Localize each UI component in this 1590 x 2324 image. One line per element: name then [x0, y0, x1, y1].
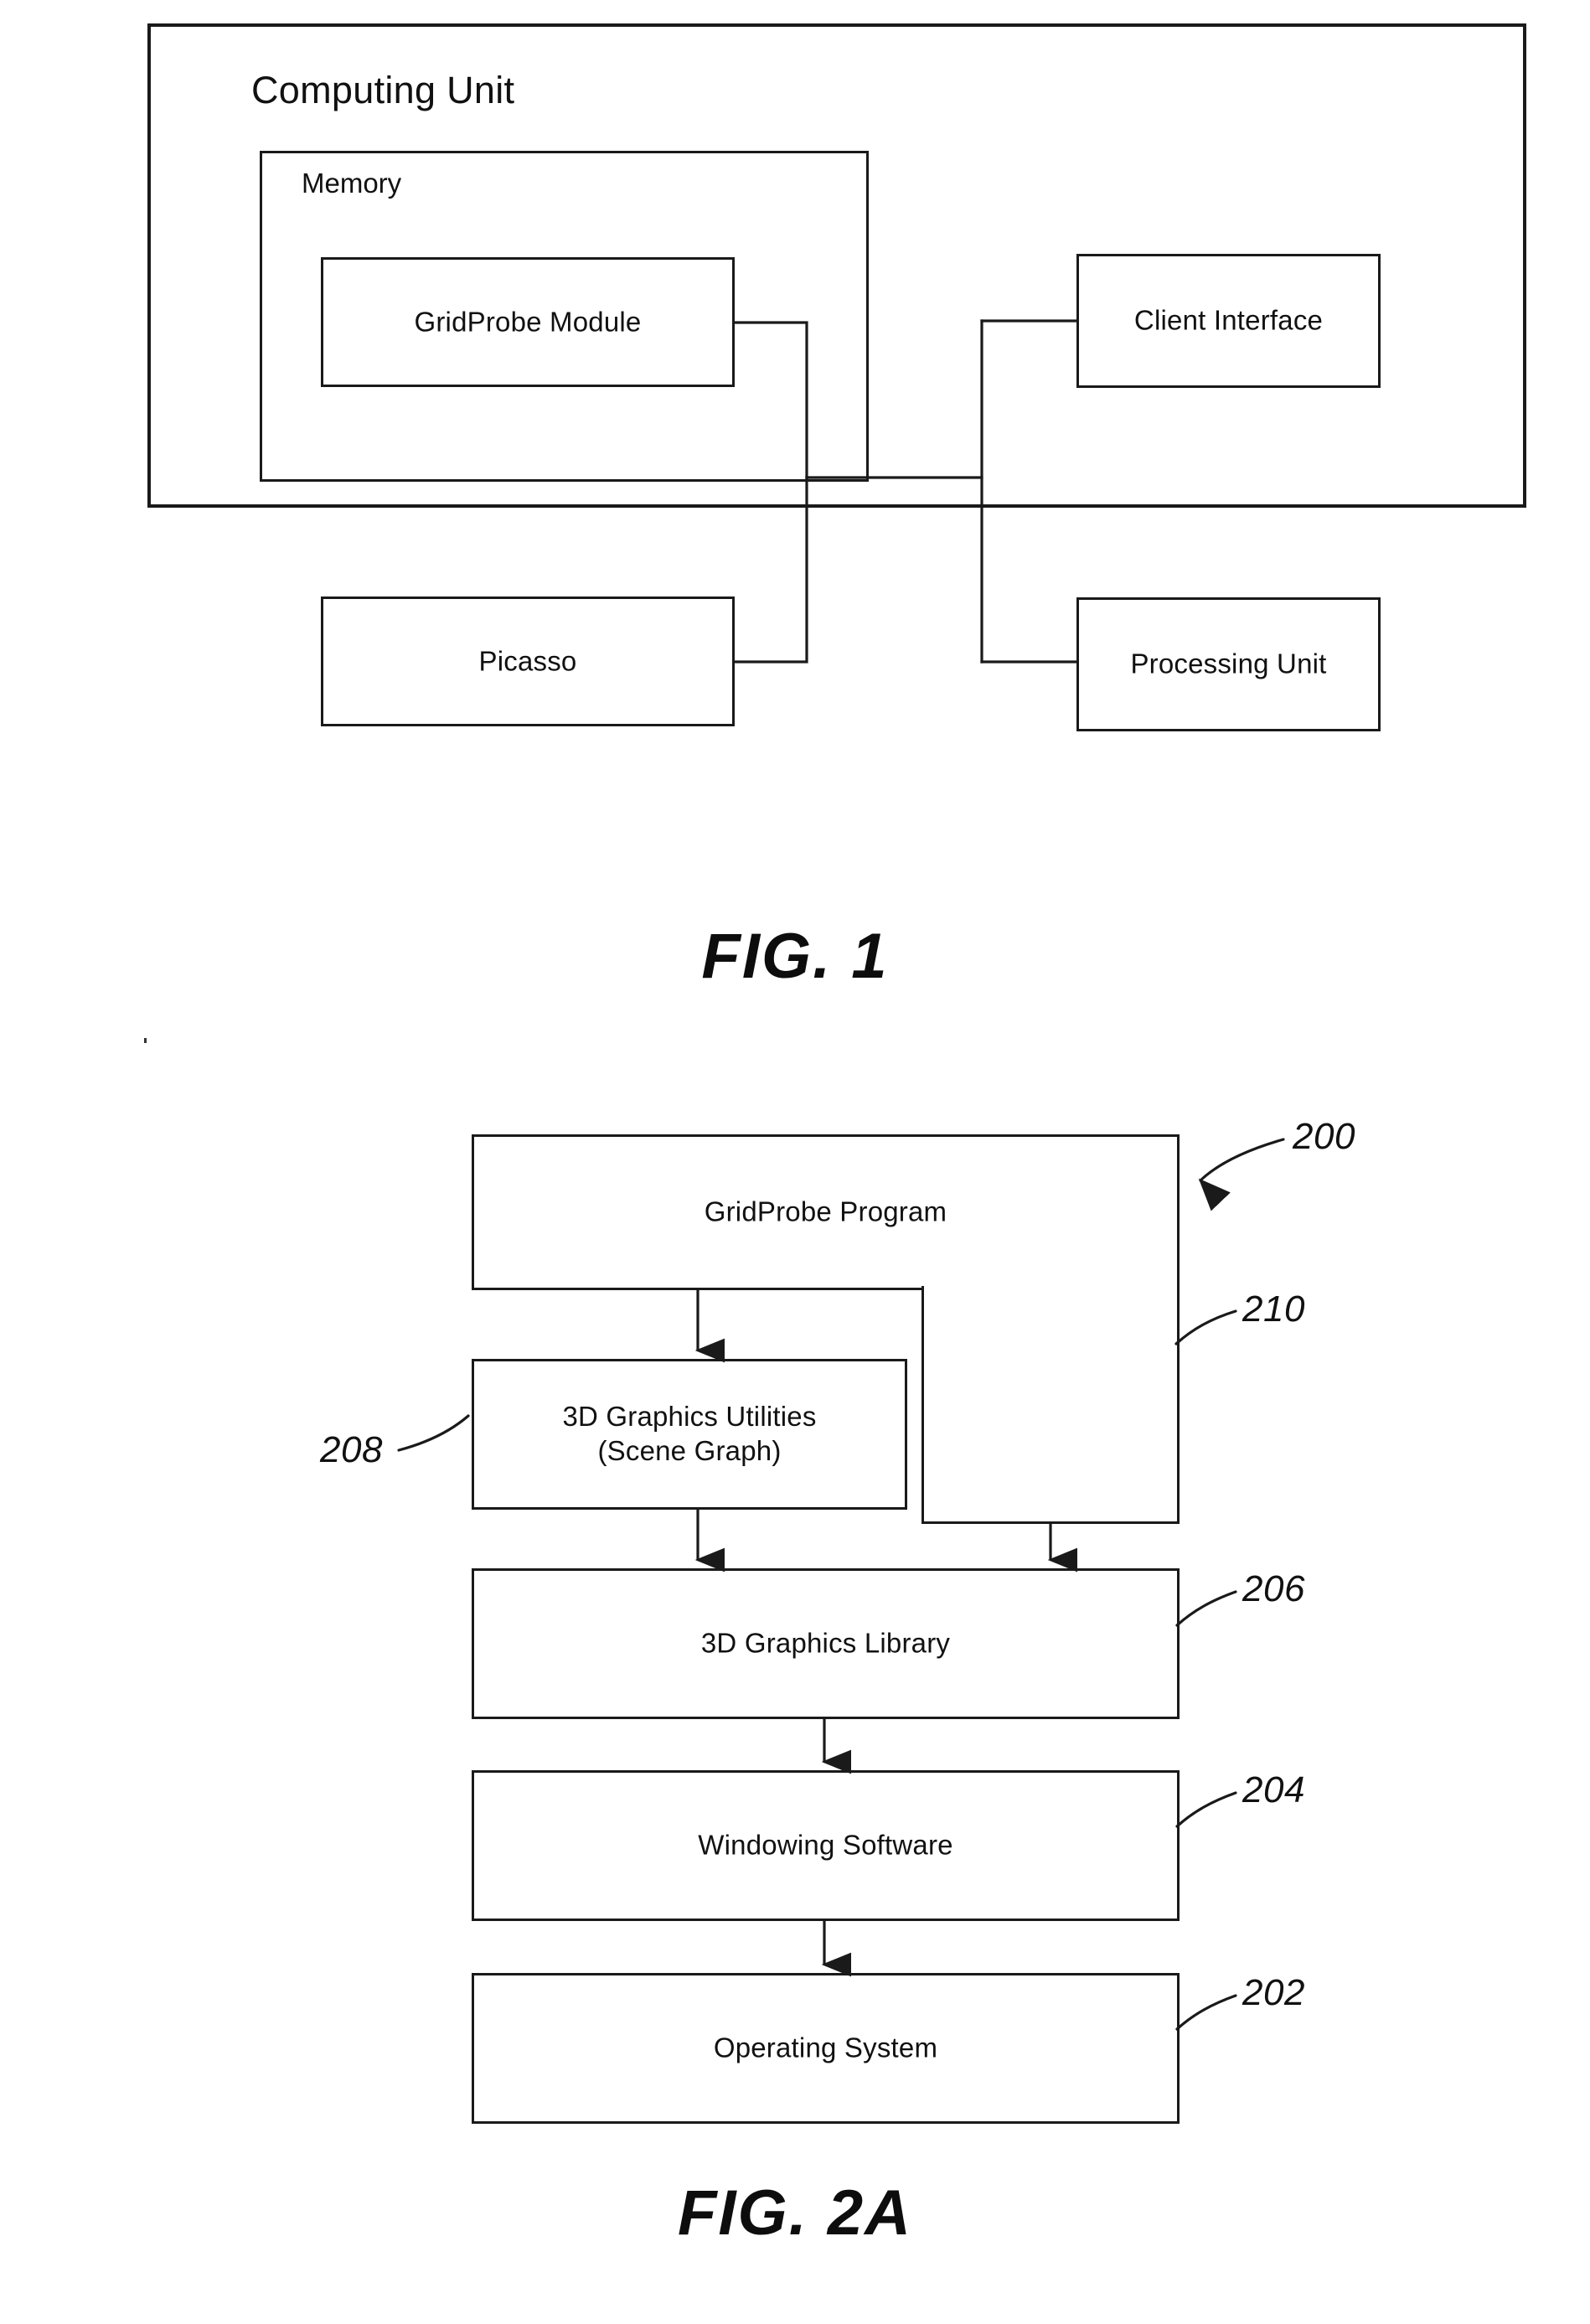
block-label: Processing Unit: [1130, 648, 1327, 679]
block-label: Windowing Software: [698, 1829, 953, 1861]
figure1-block-picasso: Picasso: [321, 596, 735, 726]
block-label: Picasso: [478, 645, 577, 677]
reference-numeral-200: 200: [1293, 1116, 1355, 1157]
figure1-block-gridprobe-module: GridProbe Module: [321, 257, 735, 387]
reference-numeral-204: 204: [1242, 1769, 1305, 1810]
block-label: Client Interface: [1133, 304, 1324, 336]
block-label: Operating System: [713, 2032, 938, 2063]
figure1-computing-unit-title: Computing Unit: [251, 69, 515, 111]
scan-speck: [144, 1038, 147, 1043]
reference-numeral-206: 206: [1242, 1568, 1305, 1609]
figure1-caption: FIG. 1: [701, 921, 889, 992]
patent-drawing-sheet: Computing Unit Memory GridProbe Module P…: [0, 0, 1590, 2324]
figure2a-block-operating-system: Operating System: [472, 1973, 1180, 2124]
figure2a-program-enclosure-leg: [921, 1286, 1180, 1524]
figure1-block-client-interface: Client Interface: [1076, 254, 1381, 388]
reference-numeral-202: 202: [1242, 1972, 1305, 2013]
figure2a-block-windowing-software: Windowing Software: [472, 1770, 1180, 1921]
figure2a-block-graphics-utilities: 3D Graphics Utilities (Scene Graph): [472, 1359, 907, 1510]
figure2a-block-gridprobe-program: GridProbe Program: [472, 1134, 1180, 1290]
figure2a-caption: FIG. 2A: [677, 2177, 913, 2249]
figure1-block-processing-unit: Processing Unit: [1076, 597, 1381, 731]
figure1-memory-title: Memory: [302, 168, 402, 199]
block-label: GridProbe Module: [414, 306, 642, 338]
block-label: GridProbe Program: [704, 1196, 947, 1227]
figure2a-block-graphics-library: 3D Graphics Library: [472, 1568, 1180, 1719]
block-label: 3D Graphics Utilities (Scene Graph): [562, 1401, 817, 1466]
reference-numeral-208: 208: [320, 1429, 383, 1470]
reference-numeral-210: 210: [1242, 1289, 1305, 1330]
block-label: 3D Graphics Library: [700, 1627, 951, 1659]
